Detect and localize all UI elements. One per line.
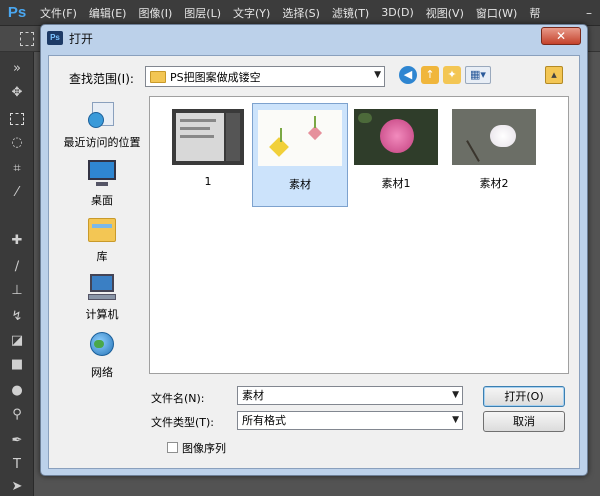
place-libraries[interactable]: 库 — [57, 214, 147, 264]
menu-view[interactable]: 视图(V) — [420, 5, 470, 21]
folder-icon — [150, 70, 166, 83]
cancel-button[interactable]: 取消 — [483, 411, 565, 432]
place-label: 网络 — [91, 366, 113, 379]
libraries-icon — [86, 214, 118, 244]
place-label: 最近访问的位置 — [63, 136, 141, 149]
menu-type[interactable]: 文字(Y) — [227, 5, 276, 21]
up-folder-icon[interactable]: ↑ — [421, 66, 439, 84]
file-item[interactable]: 素材 — [252, 103, 348, 207]
recent-places-icon — [86, 100, 118, 130]
move-tool-icon[interactable]: ✥ — [7, 84, 27, 102]
menu-help[interactable]: 帮 — [523, 5, 546, 21]
place-recent[interactable]: 最近访问的位置 — [57, 100, 147, 150]
menu-layer[interactable]: 图层(L) — [178, 5, 227, 21]
photoshop-icon: Ps — [47, 31, 63, 45]
open-dialog: Ps 打开 ✕ 查找范围(I): PS把图案做成镂空 ▼ ◀ ↑ ✦ ▦▾ ▴ … — [40, 24, 588, 476]
place-network[interactable]: 网络 — [57, 330, 147, 380]
menu-bar: Ps 文件(F) 编辑(E) 图像(I) 图层(L) 文字(Y) 选择(S) 滤… — [0, 0, 600, 26]
menu-window[interactable]: 窗口(W) — [470, 5, 523, 21]
filename-field[interactable]: 素材 ▼ — [237, 386, 463, 405]
desktop-icon — [86, 158, 118, 188]
places-bar: 最近访问的位置 桌面 库 计算机 网络 — [57, 100, 147, 410]
crop-tool-icon[interactable]: ⌗ — [7, 160, 27, 178]
type-tool-icon[interactable]: T — [7, 456, 27, 474]
tools-panel: » ✥ ◌ ⌗ ⁄ ✚ ∕ ⊥ ↯ ◪ ■ ● ⚲ ✒ T ➤ — [0, 52, 34, 496]
file-item[interactable]: 素材1 — [348, 103, 444, 207]
eyedropper-tool-icon[interactable]: ⁄ — [7, 184, 27, 202]
close-button[interactable]: ✕ — [541, 27, 581, 45]
healing-brush-icon[interactable]: ✚ — [7, 232, 27, 250]
path-selection-icon[interactable]: ➤ — [7, 478, 27, 496]
look-in-label: 查找范围(I): — [69, 72, 134, 86]
network-icon — [86, 330, 118, 360]
dialog-title: 打开 — [69, 31, 94, 46]
dialog-titlebar: Ps 打开 ✕ — [41, 25, 587, 51]
place-desktop[interactable]: 桌面 — [57, 158, 147, 208]
file-name: 素材 — [289, 178, 311, 191]
menu-3d[interactable]: 3D(D) — [375, 6, 420, 19]
open-button[interactable]: 打开(O) — [483, 386, 565, 407]
chevron-down-icon[interactable]: ▼ — [452, 387, 459, 404]
minimize-button[interactable]: – — [578, 6, 600, 20]
look-in-dropdown[interactable]: PS把图案做成镂空 ▼ — [145, 66, 385, 87]
file-item[interactable]: 1 — [160, 103, 256, 207]
brush-tool-icon[interactable]: ∕ — [7, 258, 27, 276]
pen-tool-icon[interactable]: ✒ — [7, 432, 27, 450]
image-sequence-checkbox[interactable] — [167, 442, 178, 453]
filetype-label: 文件类型(T): — [151, 416, 215, 429]
file-thumbnail — [172, 109, 244, 165]
filename-label: 文件名(N): — [151, 392, 205, 405]
blur-tool-icon[interactable]: ● — [7, 382, 27, 400]
computer-icon — [86, 272, 118, 302]
dodge-tool-icon[interactable]: ⚲ — [7, 406, 27, 424]
menu-image[interactable]: 图像(I) — [132, 5, 178, 21]
eraser-tool-icon[interactable]: ◪ — [7, 332, 27, 350]
file-thumbnail — [258, 110, 342, 166]
marquee-tool-icon[interactable] — [7, 110, 27, 128]
window-controls: – — [578, 0, 600, 26]
file-name: 素材1 — [381, 177, 411, 190]
chevron-down-icon: ▼ — [452, 415, 459, 425]
look-in-value: PS把图案做成镂空 — [170, 70, 261, 84]
menu-filter[interactable]: 滤镜(T) — [326, 5, 375, 21]
desktop-shortcut-icon[interactable]: ▴ — [545, 66, 563, 84]
view-menu-icon[interactable]: ▦▾ — [465, 66, 491, 84]
chevron-down-icon: ▼ — [374, 70, 381, 80]
place-label: 计算机 — [85, 308, 119, 321]
stamp-tool-icon[interactable]: ⊥ — [7, 282, 27, 300]
history-brush-icon[interactable]: ↯ — [7, 308, 27, 326]
file-thumbnail — [452, 109, 536, 165]
menu-select[interactable]: 选择(S) — [276, 5, 326, 21]
filename-value: 素材 — [242, 389, 264, 402]
gradient-tool-icon[interactable]: ■ — [7, 356, 27, 374]
collapse-icon[interactable]: » — [7, 60, 27, 78]
photoshop-logo: Ps — [7, 4, 27, 21]
lasso-tool-icon[interactable]: ◌ — [7, 134, 27, 152]
filetype-value: 所有格式 — [242, 414, 286, 427]
filetype-dropdown[interactable]: 所有格式 ▼ — [237, 411, 463, 430]
file-thumbnail — [354, 109, 438, 165]
back-icon[interactable]: ◀ — [399, 66, 417, 84]
place-label: 桌面 — [91, 194, 113, 207]
file-name: 1 — [204, 175, 212, 188]
place-computer[interactable]: 计算机 — [57, 272, 147, 322]
file-list: 1 素材 素材1 素材2 — [149, 96, 569, 374]
menu-file[interactable]: 文件(F) — [34, 5, 83, 21]
file-item[interactable]: 素材2 — [446, 103, 542, 207]
place-label: 库 — [96, 250, 108, 263]
new-folder-icon[interactable]: ✦ — [443, 66, 461, 84]
marquee-tool-icon[interactable] — [20, 32, 34, 46]
image-sequence-label: 图像序列 — [182, 442, 226, 455]
dialog-body: 查找范围(I): PS把图案做成镂空 ▼ ◀ ↑ ✦ ▦▾ ▴ 最近访问的位置 — [48, 55, 580, 469]
menu-edit[interactable]: 编辑(E) — [83, 5, 133, 21]
file-name: 素材2 — [479, 177, 509, 190]
